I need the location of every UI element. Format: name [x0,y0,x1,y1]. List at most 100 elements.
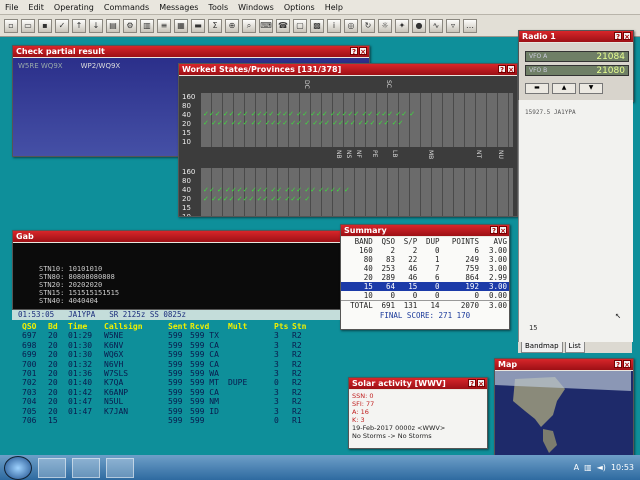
menu-commands[interactable]: Commands [99,3,154,12]
folder-icon[interactable] [72,457,100,478]
state-header: PE [371,150,378,158]
help-icon[interactable]: ? [468,379,476,388]
callsign-entry[interactable] [104,416,168,425]
log-row[interactable]: 701 20 01:36 W7SLS 599 599 WA 3 R2 [22,369,352,378]
phone-icon[interactable]: ☎ [276,18,290,33]
prefs-icon[interactable]: ▤ [106,18,120,33]
help-icon[interactable]: ? [490,226,498,235]
mic-icon[interactable]: ● [412,18,426,33]
search-icon[interactable]: ⌕ [242,18,256,33]
tab-bandmap[interactable]: Bandmap [521,342,563,353]
open-icon[interactable]: ▭ [21,18,35,33]
cell: 599 NM [190,397,219,407]
vfo-b-display[interactable]: VFO B 21080 [525,65,629,76]
partial-item[interactable]: W5RE WQ9X [18,62,63,70]
chart-icon[interactable]: ▬ [191,18,205,33]
help-icon[interactable]: ? [350,47,358,56]
sun-icon[interactable]: ☼ [378,18,392,33]
band-down-button[interactable]: ▬ [525,83,549,94]
menu-operating[interactable]: Operating [49,3,99,12]
dx-icon[interactable]: ⊕ [225,18,239,33]
volume-icon[interactable]: ◄) [597,463,606,472]
col-header: DUP [425,237,440,246]
wave-icon[interactable]: ∿ [429,18,443,33]
col-header: Time [68,322,88,331]
menu-options[interactable]: Options [279,3,320,12]
new-icon[interactable]: ▫ [4,18,18,33]
band-labels-bottom: 160 80 40 20 15 10 [182,168,195,216]
app-icon[interactable] [106,457,134,478]
vfo-b-frequency: 21080 [596,66,625,76]
network-icon[interactable]: ▥ [584,463,592,472]
menu-tools[interactable]: Tools [203,3,233,12]
log-row[interactable]: 704 20 01:47 N5UL 599 599 NM 3 R2 [22,397,352,406]
close-icon[interactable]: × [507,65,515,74]
bandmap-icon[interactable]: ▥ [140,18,154,33]
list-icon[interactable]: ≡ [157,18,171,33]
bandmap-panel[interactable]: 15927.5 JA1YPA 15 ↖ [518,100,633,342]
more-icon[interactable]: … [463,18,477,33]
clock[interactable]: 10:53 [611,463,634,472]
info-icon[interactable]: i [327,18,341,33]
log-row-entry[interactable]: 706 15 599 599 0 R1 [22,416,352,425]
log-row[interactable]: 700 20 01:32 N6VH 599 599 CA 3 R2 [22,360,352,369]
summary-row[interactable]: 160 2 2 0 6 3.00 [341,246,509,255]
close-icon[interactable]: × [499,226,507,235]
table-icon[interactable]: ▦ [174,18,188,33]
vfo-a-display[interactable]: VFO A 21084 [525,51,629,62]
summary-total-row: TOTAL 691 131 14 2070 3.00 [341,300,509,310]
log-row[interactable]: 697 20 01:29 W5NE 599 599 TX 3 R2 [22,331,352,340]
summary-row[interactable]: 40 253 46 7 759 3.00 [341,264,509,273]
tools-icon[interactable]: ⚙ [123,18,137,33]
move-down-icon[interactable]: ↓ [89,18,103,33]
summary-row-selected[interactable]: 15 64 15 0 192 3.00 [341,282,509,291]
move-up-icon[interactable]: ↑ [72,18,86,33]
partial-item[interactable]: WP2/WQ9X [81,62,121,70]
cell: 3 [274,406,279,416]
summary-row[interactable]: 80 83 22 1 249 3.00 [341,255,509,264]
close-icon[interactable]: × [477,379,485,388]
menu-help[interactable]: Help [320,3,348,12]
up-arrow-icon[interactable]: ▲ [552,83,576,94]
ie-icon[interactable] [38,457,66,478]
bandmap-spot[interactable]: 15927.5 JA1YPA [525,109,576,116]
check-icon[interactable]: ✓ [55,18,69,33]
close-icon[interactable]: × [623,360,631,369]
cell: 2 [390,246,395,255]
keyboard-layout-icon[interactable]: A [574,463,579,472]
tab-list[interactable]: List [564,342,585,353]
log-row[interactable]: 703 20 01:42 K6ANP 599 599 CA 3 R2 [22,388,352,397]
menu-edit[interactable]: Edit [23,3,49,12]
keyboard-icon[interactable]: ⌨ [259,18,273,33]
close-icon[interactable]: × [623,32,631,41]
help-icon[interactable]: ? [498,65,506,74]
summary-icon[interactable]: Σ [208,18,222,33]
rotate-icon[interactable]: ↻ [361,18,375,33]
help-icon[interactable]: ? [614,360,622,369]
cell: R2 [292,350,302,360]
down-arrow-icon[interactable]: ▼ [579,83,603,94]
summary-row[interactable]: 10 0 0 0 0 0.00 [341,291,509,301]
help-icon[interactable]: ? [614,32,622,41]
log-row[interactable]: 699 20 01:30 WQ6X 599 599 CA 3 R2 [22,350,352,359]
world-map[interactable] [495,371,633,455]
log-row[interactable]: 698 20 01:30 K6NV 599 599 CA 3 R2 [22,341,352,350]
start-button[interactable] [4,455,32,480]
save-icon[interactable]: ▪ [38,18,52,33]
log-row[interactable]: 702 20 01:40 K7QA 599 599 MT DUPE 0 R2 [22,378,352,387]
cell: 599 [168,368,183,378]
menu-messages[interactable]: Messages [154,3,203,12]
menu-windows[interactable]: Windows [233,3,279,12]
menu-file[interactable]: File [0,3,23,12]
vfo-a-frequency: 21084 [596,52,625,62]
cell: 131 [403,301,418,310]
window-icon[interactable]: ▢ [293,18,307,33]
spots-icon[interactable]: ✦ [395,18,409,33]
state-header: NS [345,150,352,159]
summary-row[interactable]: 20 289 46 6 864 2.99 [341,273,509,282]
log-row[interactable]: 705 20 01:47 K7JAN 599 599 ID 3 R2 [22,407,352,416]
filter-icon[interactable]: ▿ [446,18,460,33]
close-icon[interactable]: × [359,47,367,56]
grid-icon[interactable]: ▩ [310,18,324,33]
map-icon[interactable]: ◎ [344,18,358,33]
